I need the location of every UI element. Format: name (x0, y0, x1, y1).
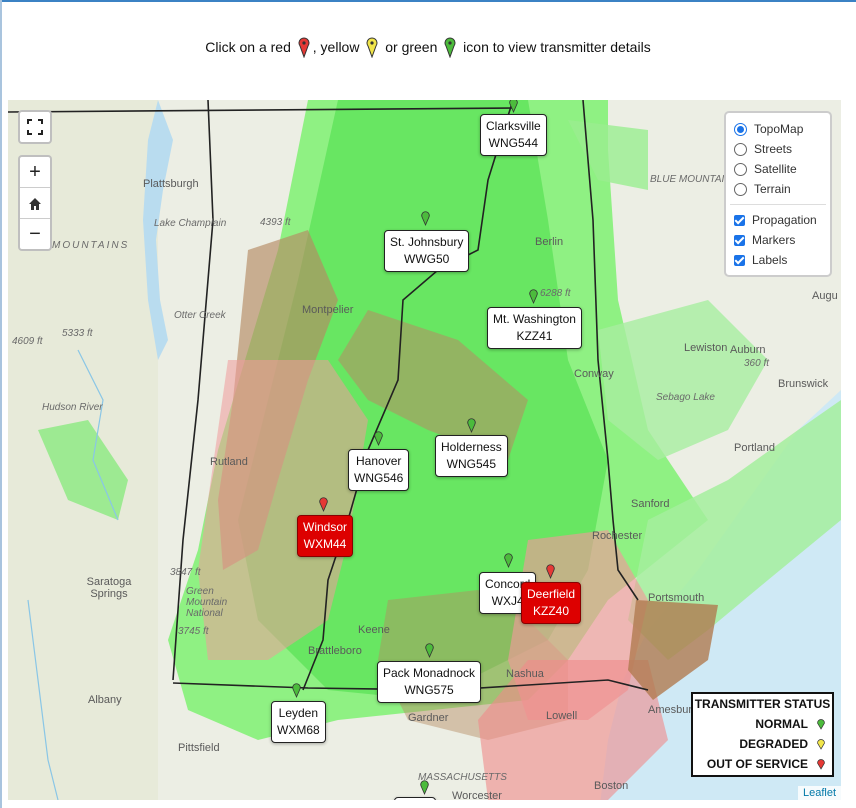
overlay-option-labels[interactable]: Labels (734, 251, 787, 269)
marker-deerfield[interactable] (545, 563, 556, 579)
town-label: Brattleboro (308, 645, 362, 657)
town-label: Portsmouth (648, 592, 705, 604)
legend-row-degraded: DEGRADED (739, 734, 826, 752)
town-label: Boston (594, 780, 629, 792)
yellow-pin-icon (817, 738, 825, 750)
transmitter-label-holderness[interactable]: Holderness WNG545 (435, 435, 508, 477)
marker-leyden[interactable] (291, 682, 302, 698)
town-label: Rochester (592, 530, 643, 542)
elevation-label: 4609 ft (12, 336, 43, 347)
fullscreen-button[interactable] (18, 110, 52, 144)
radio-icon[interactable] (734, 163, 747, 177)
elevation-label: 4393 ft (260, 217, 291, 228)
transmitter-label-st-johnsbury[interactable]: St. Johnsbury WWG50 (384, 230, 470, 272)
town-label: Plattsburgh (143, 178, 199, 190)
town-label: Albany (88, 694, 122, 706)
zoom-in-button[interactable]: + (20, 157, 50, 188)
checkbox-checked-icon[interactable] (734, 255, 745, 267)
leaflet-attribution-link[interactable]: Leaflet (797, 786, 841, 800)
status-legend: TRANSMITTER STATUS NORMAL DEGRADED OUT O… (691, 692, 834, 777)
town-label: Saratoga Springs (86, 576, 132, 600)
marker-st-johnsbury[interactable] (420, 210, 431, 226)
town-label: Gardner (408, 712, 449, 724)
town-label: Otter Creek (174, 310, 226, 321)
town-label: Pittsfield (178, 742, 220, 754)
transmitter-label-partial[interactable] (394, 797, 436, 800)
elevation-label: 6288 ft (540, 288, 571, 299)
town-label: Lake Champlain (154, 218, 227, 229)
town-label: MASSACHUSETTS (418, 772, 507, 783)
red-pin-icon (817, 758, 825, 770)
home-button[interactable] (20, 188, 50, 219)
home-icon (29, 197, 41, 210)
town-label: BLUE MOUNTAIN (650, 174, 732, 185)
town-label: Keene (358, 624, 390, 636)
town-label: Augu (812, 290, 838, 302)
layer-option-topomap[interactable]: TopoMap (734, 120, 803, 138)
marker-windsor[interactable] (318, 496, 329, 512)
red-pin-icon (298, 37, 310, 58)
legend-row-out-of-service: OUT OF SERVICE (707, 754, 826, 772)
town-label: MOUNTAINS (52, 240, 130, 251)
green-pin-icon (444, 37, 456, 58)
instructions: Click on a red , yellow or green icon to… (0, 36, 856, 58)
town-label: Sebago Lake (656, 392, 715, 403)
transmitter-label-windsor[interactable]: Windsor WXM44 (297, 515, 354, 557)
elevation-label: 360 ft (744, 358, 770, 369)
elevation-label: 3745 ft (178, 626, 209, 637)
zoom-control: + − (18, 155, 52, 251)
radio-icon[interactable] (734, 183, 747, 197)
overlay-option-propagation[interactable]: Propagation (734, 211, 817, 229)
transmitter-label-pack-monadnock[interactable]: Pack Monadnock WNG575 (377, 661, 482, 703)
town-label: Worcester (452, 790, 502, 800)
layer-option-terrain[interactable]: Terrain (734, 180, 791, 198)
zoom-out-button[interactable]: − (20, 219, 50, 249)
transmitter-label-deerfield[interactable]: Deerfield KZZ40 (521, 582, 582, 624)
elevation-label: 5333 ft (62, 328, 93, 339)
marker-mt-washington[interactable] (528, 288, 539, 304)
layer-option-streets[interactable]: Streets (734, 140, 792, 158)
marker-holderness[interactable] (466, 417, 477, 433)
marker-hanover[interactable] (373, 430, 384, 446)
top-border (0, 0, 856, 2)
layer-divider (730, 204, 826, 205)
marker-clarksville[interactable] (508, 100, 519, 113)
town-label: Auburn (730, 344, 766, 356)
layer-control: TopoMap Streets Satellite Terrain Propag… (724, 111, 832, 277)
transmitter-label-mt-washington[interactable]: Mt. Washington KZZ41 (487, 307, 582, 349)
town-label: Rutland (210, 456, 248, 468)
yellow-pin-icon (366, 37, 378, 58)
town-label: Montpelier (302, 304, 354, 316)
town-label: Nashua (506, 668, 544, 680)
checkbox-checked-icon[interactable] (734, 215, 745, 227)
radio-icon[interactable] (734, 143, 747, 157)
green-pin-icon (817, 718, 825, 730)
town-label: Portland (734, 442, 775, 454)
legend-title: TRANSMITTER STATUS (694, 697, 831, 711)
transmitter-label-leyden[interactable]: Leyden WXM68 (271, 701, 326, 743)
marker-partial[interactable] (419, 779, 430, 795)
town-label: Sanford (631, 498, 670, 510)
town-label: Green Mountain National (186, 586, 228, 619)
radio-selected-icon[interactable] (734, 123, 747, 137)
town-label: Lowell (546, 710, 578, 722)
town-label: Berlin (535, 236, 564, 248)
checkbox-checked-icon[interactable] (734, 235, 745, 247)
layer-option-satellite[interactable]: Satellite (734, 160, 797, 178)
town-label: Conway (574, 368, 614, 380)
overlay-option-markers[interactable]: Markers (734, 231, 795, 249)
transmitter-label-clarksville[interactable]: Clarksville WNG544 (480, 114, 547, 156)
left-border (0, 0, 2, 808)
town-label: Hudson River (42, 402, 103, 413)
fullscreen-icon (27, 119, 43, 135)
elevation-label: 3847 ft (170, 567, 201, 578)
transmitter-label-hanover[interactable]: Hanover WNG546 (348, 449, 410, 491)
legend-row-normal: NORMAL (755, 714, 826, 732)
town-label: Lewiston (684, 342, 728, 354)
map-container[interactable]: Plattsburgh Lake Champlain Berlin Montpe… (8, 100, 841, 800)
marker-concord[interactable] (503, 552, 514, 568)
marker-pack-monadnock[interactable] (424, 642, 435, 658)
town-label: Brunswick (778, 378, 829, 390)
